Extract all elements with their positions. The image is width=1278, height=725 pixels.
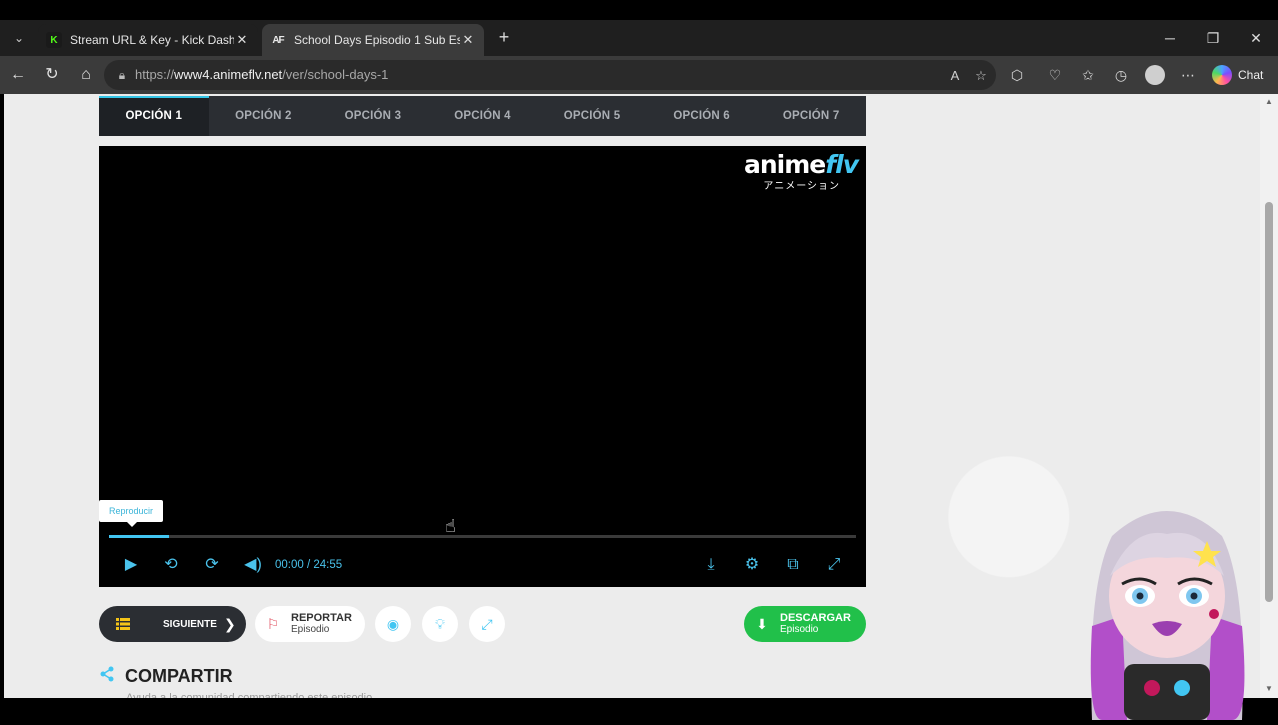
reload-icon[interactable]: ↻ xyxy=(40,63,64,87)
browser-essentials-icon[interactable]: ♡ xyxy=(1044,65,1066,85)
server-option-7[interactable]: OPCIÓN 7 xyxy=(756,96,866,136)
share-icon xyxy=(99,666,115,686)
picture-in-picture-icon[interactable]: ⧉ xyxy=(781,553,805,577)
new-tab-plus-icon[interactable]: + xyxy=(494,28,514,48)
scroll-up-arrow-icon[interactable]: ▲ xyxy=(1264,97,1274,106)
favorites-icon[interactable]: ✩ xyxy=(1077,65,1099,85)
play-tooltip: Reproducir xyxy=(99,500,163,527)
profile-avatar[interactable] xyxy=(1145,65,1165,85)
history-icon[interactable]: ◷ xyxy=(1110,65,1132,85)
tab-list-chevron-icon[interactable]: ⌄ xyxy=(6,26,32,50)
download-episode-button[interactable]: ⬇ DESCARGAR Episodio xyxy=(744,606,866,642)
logo-text-flv: flv xyxy=(825,150,859,179)
chat-label: Chat xyxy=(1238,68,1264,82)
expand-icon[interactable]: ⤢ xyxy=(469,606,505,642)
download-sub-label: Episodio xyxy=(780,624,819,635)
flag-icon: ⚐ xyxy=(266,615,280,632)
copilot-icon xyxy=(1212,65,1232,85)
address-bar[interactable]: 🔒︎ https://www4.animeflv.net/ver/school-… xyxy=(104,60,996,90)
scrollbar-thumb[interactable] xyxy=(1265,202,1273,602)
extensions-icon[interactable]: ⬡ xyxy=(1006,65,1028,85)
animeflv-favicon-icon: AF xyxy=(270,32,286,48)
duration: 24:55 xyxy=(313,559,343,571)
logo-kana: アニメーション xyxy=(763,181,840,192)
server-option-4[interactable]: OPCIÓN 4 xyxy=(428,96,538,136)
settings-gear-icon[interactable]: ⚙ xyxy=(740,553,764,577)
copilot-chat-button[interactable]: Chat xyxy=(1212,64,1263,86)
more-menu-icon[interactable]: ⋯ xyxy=(1177,65,1199,85)
play-icon[interactable]: ▶ xyxy=(119,553,143,577)
lightbulb-icon[interactable]: 💡︎ xyxy=(422,606,458,642)
screen: ⌄ K Stream URL & Key - Kick Dashboard ✕ … xyxy=(0,0,1278,720)
download-icon[interactable]: ⤓ xyxy=(699,553,723,577)
browser-tab-strip: ⌄ K Stream URL & Key - Kick Dashboard ✕ … xyxy=(0,20,1278,56)
volume-icon[interactable]: ◀) xyxy=(241,553,265,577)
eye-icon[interactable]: ◉ xyxy=(375,606,411,642)
lock-icon[interactable]: 🔒︎ xyxy=(114,67,130,83)
browser-toolbar: ← ↻ ⌂ 🔒︎ https://www4.animeflv.net/ver/s… xyxy=(0,56,1278,94)
animeflv-logo: animeflv アニメーション xyxy=(744,150,860,193)
close-tab-icon[interactable]: ✕ xyxy=(234,32,250,48)
seek-bar-progress xyxy=(109,535,169,538)
fullscreen-icon[interactable]: ⤢ xyxy=(822,553,846,577)
share-title: COMPARTIR xyxy=(125,665,233,686)
server-options-bar: OPCIÓN 1 OPCIÓN 2 OPCIÓN 3 OPCIÓN 4 OPCI… xyxy=(99,96,866,136)
read-aloud-icon[interactable]: A xyxy=(946,67,964,85)
home-icon[interactable]: ⌂ xyxy=(74,63,98,87)
download-icon: ⬇ xyxy=(756,615,768,632)
tab-school-days[interactable]: AF School Days Episodio 1 Sub Español ✕ xyxy=(262,24,484,56)
close-tab-icon[interactable]: ✕ xyxy=(460,32,476,48)
chevron-right-icon: ❯ xyxy=(224,615,236,632)
download-label: DESCARGAR xyxy=(780,612,851,624)
page-content: OPCIÓN 1 OPCIÓN 2 OPCIÓN 3 OPCIÓN 4 OPCI… xyxy=(4,94,1260,698)
favorite-star-icon[interactable]: ☆ xyxy=(972,67,990,85)
minimize-icon[interactable]: ─ xyxy=(1156,26,1184,50)
share-subtitle: Ayuda a la comunidad compartiendo este e… xyxy=(126,692,373,698)
restore-icon[interactable]: ❐ xyxy=(1199,26,1227,50)
seek-bar[interactable] xyxy=(109,535,856,538)
streamer-chibi-avatar xyxy=(1082,496,1252,720)
forward-10-icon[interactable]: ⟳ xyxy=(200,553,224,577)
scroll-down-arrow-icon[interactable]: ▼ xyxy=(1264,684,1274,693)
next-episode-button[interactable]: SIGUIENTE ❯ xyxy=(99,606,246,642)
hand-cursor-icon: ☝ xyxy=(445,516,456,536)
tab-kick-dashboard[interactable]: K Stream URL & Key - Kick Dashboard ✕ xyxy=(38,24,258,56)
share-section-heading: COMPARTIR xyxy=(99,664,233,688)
kick-favicon-icon: K xyxy=(46,32,62,48)
report-label: REPORTAR xyxy=(291,612,352,624)
server-option-1[interactable]: OPCIÓN 1 xyxy=(99,96,209,136)
close-window-icon[interactable]: ✕ xyxy=(1242,26,1270,50)
rewind-10-icon[interactable]: ⟲ xyxy=(159,553,183,577)
server-option-3[interactable]: OPCIÓN 3 xyxy=(318,96,428,136)
current-time: 00:00 xyxy=(275,559,304,571)
server-option-5[interactable]: OPCIÓN 5 xyxy=(537,96,647,136)
video-player[interactable]: animeflv アニメーション Reproducir ▶ ⟲ ⟳ ◀) 00:… xyxy=(99,146,866,587)
tab-title: School Days Episodio 1 Sub Español xyxy=(294,33,460,47)
report-episode-button[interactable]: ⚐ REPORTAR Episodio xyxy=(255,606,365,642)
list-icon[interactable] xyxy=(99,606,147,642)
report-sub-label: Episodio xyxy=(291,624,330,635)
next-label: SIGUIENTE xyxy=(163,618,217,630)
server-option-6[interactable]: OPCIÓN 6 xyxy=(647,96,757,136)
url-text[interactable]: https://www4.animeflv.net/ver/school-day… xyxy=(135,67,388,82)
tab-title: Stream URL & Key - Kick Dashboard xyxy=(70,33,234,47)
server-option-2[interactable]: OPCIÓN 2 xyxy=(209,96,319,136)
logo-text-anime: anime xyxy=(744,150,826,179)
back-arrow-icon[interactable]: ← xyxy=(6,63,30,87)
time-display: 00:00 / 24:55 xyxy=(275,559,343,571)
page-scrollbar[interactable]: ▲ ▼ xyxy=(1260,94,1278,698)
